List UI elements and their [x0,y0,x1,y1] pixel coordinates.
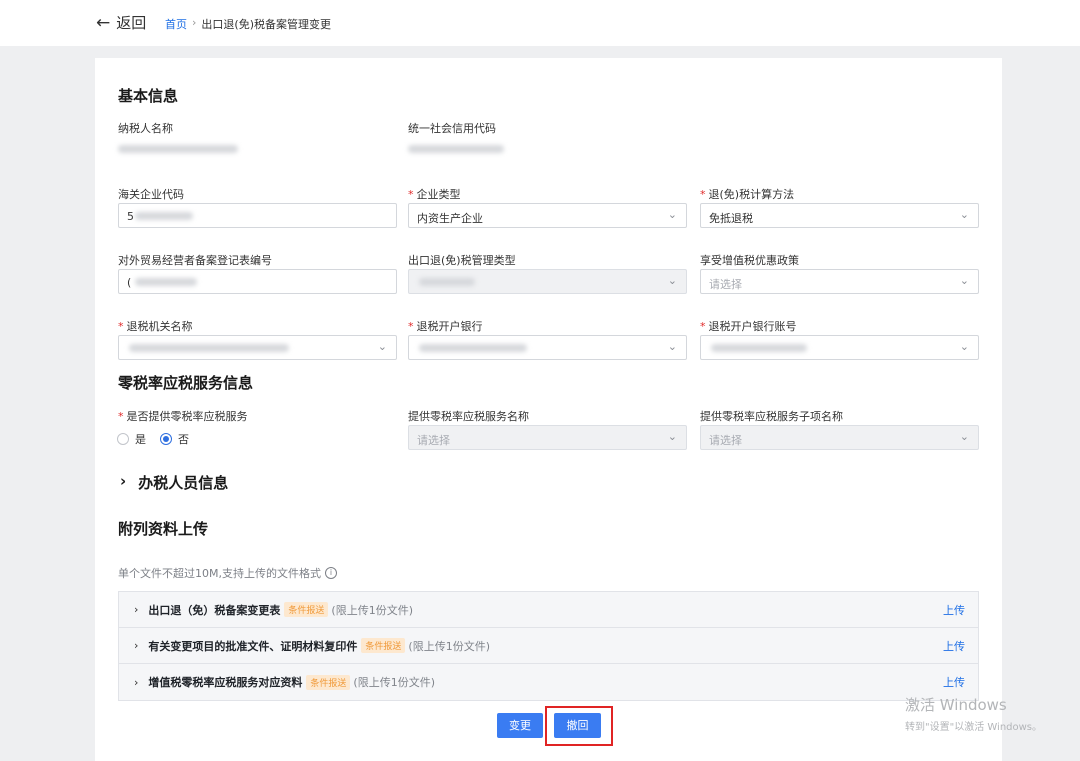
bank-account-select[interactable]: ⌄ [700,335,979,360]
bank-label: * 退税开户银行 [408,320,483,333]
attachment-name: 出口退（免）税备案变更表 [148,603,281,617]
upload-link[interactable]: 上传 [943,638,965,654]
breadcrumb-separator: › [192,16,197,29]
watermark-line-1: 激活 Windows [905,696,1007,714]
tax-office-select[interactable]: ⌄ [118,335,397,360]
bank-account-value [711,344,807,352]
service-name-select[interactable]: 请选择 ⌄ [408,425,687,450]
attachment-row: › 有关变更项目的批准文件、证明材料复印件 条件报送 (限上传1份文件) 上传 [119,628,978,664]
chevron-down-icon: ⌄ [667,430,677,443]
chevron-down-icon: ⌄ [667,274,677,287]
upload-hint: 单个文件不超过10M,支持上传的文件格式 i [118,565,337,581]
calc-method-value: 免抵退税 [709,212,753,225]
zero-rate-radio-group: 是 否 [117,431,189,447]
taxpayer-name-label: 纳税人名称 [118,122,173,135]
radio-yes[interactable]: 是 [117,431,146,447]
calc-method-label: * 退(免)税计算方法 [700,188,795,201]
attachment-name: 增值税零税率应税服务对应资料 [148,676,303,689]
service-name-placeholder: 请选择 [417,434,450,447]
foreign-trade-label: 对外贸易经营者备案登记表编号 [118,254,272,267]
attachment-row: › 增值税零税率应税服务对应资料 条件报送 (限上传1份文件) 上传 [119,664,978,700]
vat-policy-select[interactable]: 请选择 ⌄ [700,269,979,294]
attachment-name: 有关变更项目的批准文件、证明材料复印件 [148,639,358,653]
chevron-down-icon: ⌄ [959,208,969,221]
info-circle-icon[interactable]: i [324,567,337,579]
watermark-line-2: 转到"设置"以激活 Windows。 [905,722,1043,733]
chevron-down-icon: ⌄ [377,340,387,353]
attachment-limit: (限上传1份文件) [353,676,436,689]
attachments-title: 附列资料上传 [118,520,209,538]
chevron-down-icon: ⌄ [667,340,677,353]
zero-rate-provide-label: * 是否提供零税率应税服务 [118,410,248,423]
breadcrumb-home-link[interactable]: 首页 [165,16,187,32]
back-label: 返回 [116,14,147,32]
arrow-left-icon: ← [96,12,111,33]
foreign-trade-prefix: ( [127,276,132,289]
staff-section-toggle[interactable]: › 办税人员信息 [120,472,228,493]
credit-code-label: 统一社会信用代码 [408,122,496,135]
credit-code-value [408,145,504,153]
chevron-right-icon[interactable]: › [134,603,138,616]
enterprise-type-select[interactable]: 内资生产企业 ⌄ [408,203,687,228]
enterprise-type-label: * 企业类型 [408,188,461,201]
attachment-list: › 出口退（免）税备案变更表 条件报送 (限上传1份文件) 上传 › 有关变更项… [118,591,979,701]
mgmt-type-select[interactable]: ⌄ [408,269,687,294]
calc-method-select[interactable]: 免抵退税 ⌄ [700,203,979,228]
vat-policy-placeholder: 请选择 [709,278,742,291]
foreign-trade-value [135,278,197,286]
radio-no-label: 否 [178,433,189,446]
radio-circle-selected [160,433,172,445]
bank-value [419,344,527,352]
upload-hint-text: 单个文件不超过10M,支持上传的文件格式 [118,567,321,580]
chevron-down-icon: ⌄ [959,340,969,353]
chevron-down-icon: ⌄ [667,208,677,221]
upload-link[interactable]: 上传 [943,602,965,618]
staff-section-title: 办税人员信息 [138,474,229,492]
attachment-row: › 出口退（免）税备案变更表 条件报送 (限上传1份文件) 上传 [119,592,978,628]
radio-circle [117,433,129,445]
chevron-right-icon[interactable]: › [134,676,138,689]
zero-rate-title: 零税率应税服务信息 [118,374,254,392]
top-bar: ← 返回 首页 › 出口退(免)税备案管理变更 [0,0,1080,46]
chevron-down-icon: ⌄ [959,274,969,287]
attachment-limit: (限上传1份文件) [331,603,414,617]
service-name-label: 提供零税率应税服务名称 [408,410,529,423]
breadcrumb: 首页 › 出口退(免)税备案管理变更 [165,16,331,32]
radio-no[interactable]: 否 [160,431,189,447]
bank-select[interactable]: ⌄ [408,335,687,360]
attachment-tag: 条件报送 [284,602,329,617]
enterprise-type-value: 内资生产企业 [417,212,483,225]
customs-code-prefix: 5 [127,210,134,223]
taxpayer-name-value [118,145,238,153]
attachment-limit: (限上传1份文件) [408,639,491,653]
chevron-right-icon[interactable]: › [134,639,138,652]
change-button[interactable]: 变更 [497,713,543,738]
radio-yes-label: 是 [135,433,146,446]
chevron-down-icon: ⌄ [959,430,969,443]
form-card: 基本信息 纳税人名称 统一社会信用代码 海关企业代码 5 * 企业类型 内资生产企… [95,58,1002,761]
sub-item-label: 提供零税率应税服务子项名称 [700,410,843,423]
tax-office-label: * 退税机关名称 [118,320,193,333]
activation-watermark: 激活 Windows 转到"设置"以激活 Windows。 [905,694,1042,733]
sub-item-placeholder: 请选择 [709,434,742,447]
mgmt-type-label: 出口退(免)税管理类型 [408,254,516,267]
back-button[interactable]: ← 返回 [96,12,146,33]
withdraw-button[interactable]: 撤回 [554,713,601,738]
customs-code-input[interactable]: 5 [118,203,397,228]
basic-info-title: 基本信息 [118,87,179,105]
sub-item-select[interactable]: 请选择 ⌄ [700,425,979,450]
attachment-tag: 条件报送 [361,638,406,653]
tax-office-value [129,344,289,352]
attachment-tag: 条件报送 [306,674,351,690]
breadcrumb-current: 出口退(免)税备案管理变更 [201,18,331,31]
vat-policy-label: 享受增值税优惠政策 [700,254,799,267]
customs-code-value [135,212,193,220]
foreign-trade-input[interactable]: ( [118,269,397,294]
mgmt-type-value [419,278,475,286]
chevron-right-icon: › [120,472,127,490]
upload-link[interactable]: 上传 [943,674,965,690]
bank-account-label: * 退税开户银行账号 [700,320,797,333]
customs-code-label: 海关企业代码 [118,188,184,201]
